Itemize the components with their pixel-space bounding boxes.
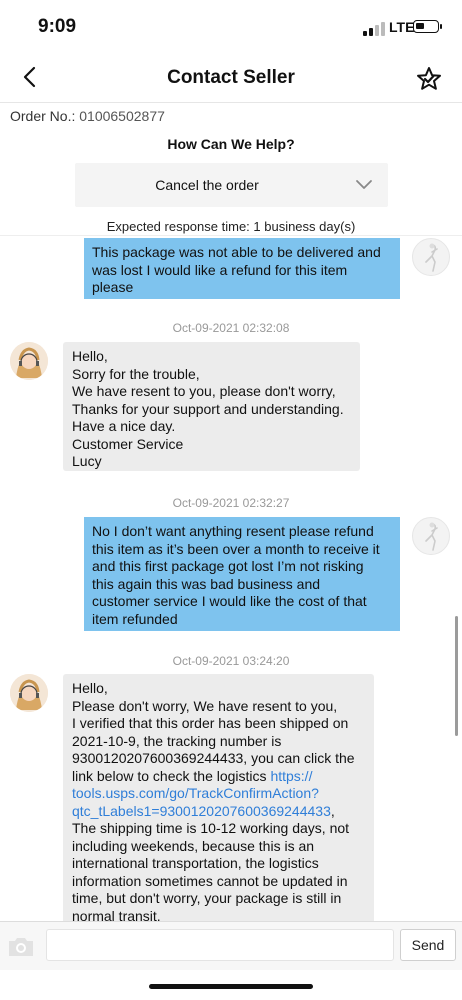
message-timestamp: Oct-09-2021 02:32:27 xyxy=(172,496,290,510)
order-number-label: Order No.: xyxy=(10,108,76,124)
message-composer: Send xyxy=(0,921,462,970)
message-input[interactable] xyxy=(46,929,394,961)
favorite-star-icon[interactable] xyxy=(416,66,442,92)
seller-avatar xyxy=(10,674,48,712)
customer-message: This package was not able to be delivere… xyxy=(84,238,400,299)
chevron-down-icon xyxy=(355,177,373,191)
expected-response-time: Expected response time: 1 business day(s… xyxy=(106,219,356,234)
send-button[interactable]: Send xyxy=(400,929,456,961)
message-timestamp: Oct-09-2021 02:32:08 xyxy=(172,321,290,335)
message-timestamp: Oct-09-2021 03:24:20 xyxy=(172,654,290,668)
seller-message-text-continued: , The shipping time is 10-12 working day… xyxy=(72,802,350,923)
seller-message: Hello, Sorry for the trouble, We have re… xyxy=(63,342,360,471)
customer-avatar xyxy=(412,238,450,276)
navigation-bar: Contact Seller xyxy=(0,56,462,103)
network-label: LTE xyxy=(389,19,415,35)
seller-message: Hello, Please don't worry, We have resen… xyxy=(63,674,374,922)
seller-avatar xyxy=(10,342,48,380)
home-indicator xyxy=(149,984,313,989)
customer-message: No I don’t want anything resent please r… xyxy=(84,517,400,631)
help-topic-dropdown[interactable]: Cancel the order xyxy=(75,163,388,207)
help-heading: How Can We Help? xyxy=(167,136,295,152)
page-title: Contact Seller xyxy=(167,67,295,88)
chat-scrollbar[interactable] xyxy=(455,616,458,736)
chat-thread[interactable]: This package was not able to be delivere… xyxy=(0,235,462,922)
order-number-value: 01006502877 xyxy=(79,108,165,124)
camera-icon[interactable] xyxy=(6,934,36,960)
status-bar: 9:09 LTE xyxy=(0,0,462,56)
customer-avatar xyxy=(412,517,450,555)
battery-icon xyxy=(413,20,442,33)
signal-icon xyxy=(363,22,385,36)
order-number: Order No.: 01006502877 xyxy=(10,108,165,124)
status-time: 9:09 xyxy=(38,16,77,37)
help-topic-value: Cancel the order xyxy=(155,177,259,193)
